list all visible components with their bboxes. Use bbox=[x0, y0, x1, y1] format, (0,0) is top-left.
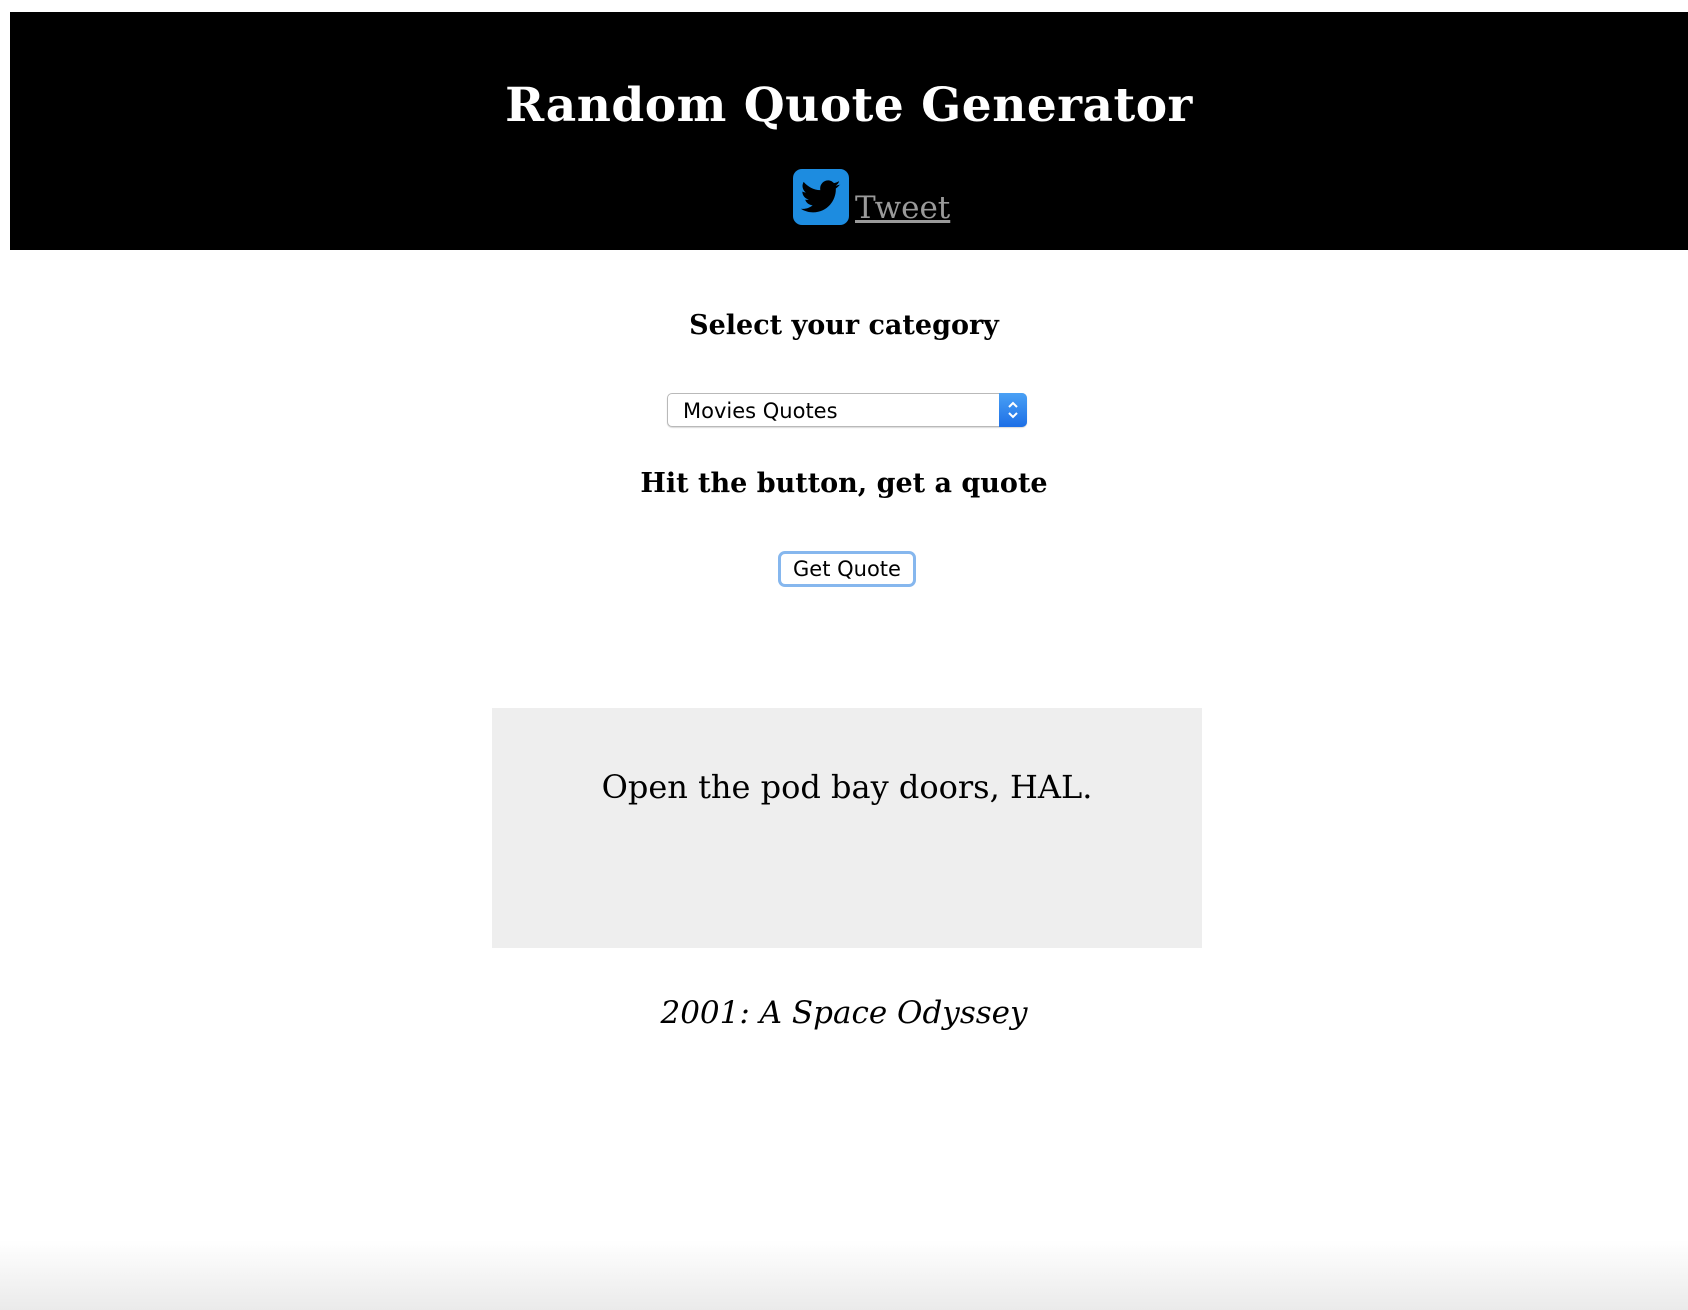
button-heading: Hit the button, get a quote bbox=[640, 468, 1048, 499]
category-select-value: Movies Quotes bbox=[683, 399, 838, 423]
bottom-shadow bbox=[0, 1240, 1688, 1310]
chevron-up-down-icon bbox=[999, 393, 1027, 427]
page-header: Random Quote Generator Tweet bbox=[10, 12, 1688, 250]
app-title: Random Quote Generator bbox=[505, 78, 1193, 133]
chevron-up-down-glyph bbox=[1008, 401, 1018, 419]
get-quote-button[interactable]: Get Quote bbox=[778, 551, 916, 587]
twitter-bird-icon bbox=[793, 169, 849, 225]
category-heading: Select your category bbox=[689, 310, 999, 341]
twitter-bird-glyph bbox=[801, 180, 841, 213]
quote-source: 2001: A Space Odyssey bbox=[660, 995, 1028, 1031]
tweet-label: Tweet bbox=[855, 190, 951, 226]
tweet-link[interactable]: Tweet bbox=[793, 169, 950, 225]
quote-box: Open the pod bay doors, HAL. bbox=[492, 708, 1202, 948]
category-select[interactable]: Movies Quotes bbox=[667, 393, 1027, 427]
quote-text: Open the pod bay doors, HAL. bbox=[601, 768, 1093, 806]
